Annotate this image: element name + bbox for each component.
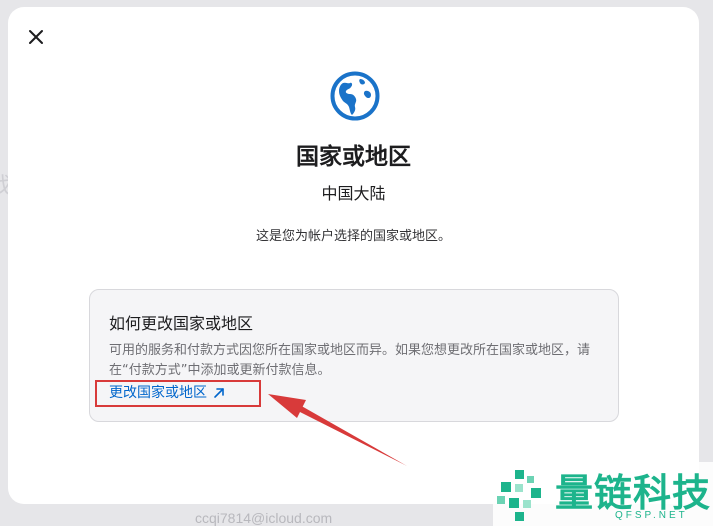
watermark-name: 量链科技 (555, 471, 712, 515)
country-region-dialog: 国家或地区 中国大陆 这是您为帐户选择的国家或地区。 如何更改国家或地区 可用的… (8, 7, 699, 504)
current-region: 中国大陆 (321, 184, 386, 203)
watermark: 量链科技 QFSP.NET (493, 462, 713, 526)
dialog-description: 这是您为帐户选择的国家或地区。 (255, 229, 451, 244)
background-email: ccqi7814@icloud.com (195, 510, 333, 526)
external-arrow-icon (213, 387, 225, 403)
change-region-link-label: 更改国家或地区 (109, 385, 207, 401)
watermark-domain: QFSP.NET (615, 510, 688, 521)
close-button[interactable] (26, 27, 46, 47)
dialog-title: 国家或地区 (296, 144, 411, 170)
close-icon (29, 30, 43, 44)
globe-icon (329, 70, 381, 122)
change-region-info-card: 如何更改国家或地区 可用的服务和付款方式因您所在国家或地区而异。如果您想更改所在… (89, 289, 619, 422)
info-card-heading: 如何更改国家或地区 (109, 314, 254, 333)
change-region-link[interactable]: 更改国家或地区 (109, 382, 225, 403)
info-card-body: 可用的服务和付款方式因您所在国家或地区而异。如果您想更改所在国家或地区，请在“付… (109, 343, 591, 378)
watermark-logo (497, 470, 541, 521)
